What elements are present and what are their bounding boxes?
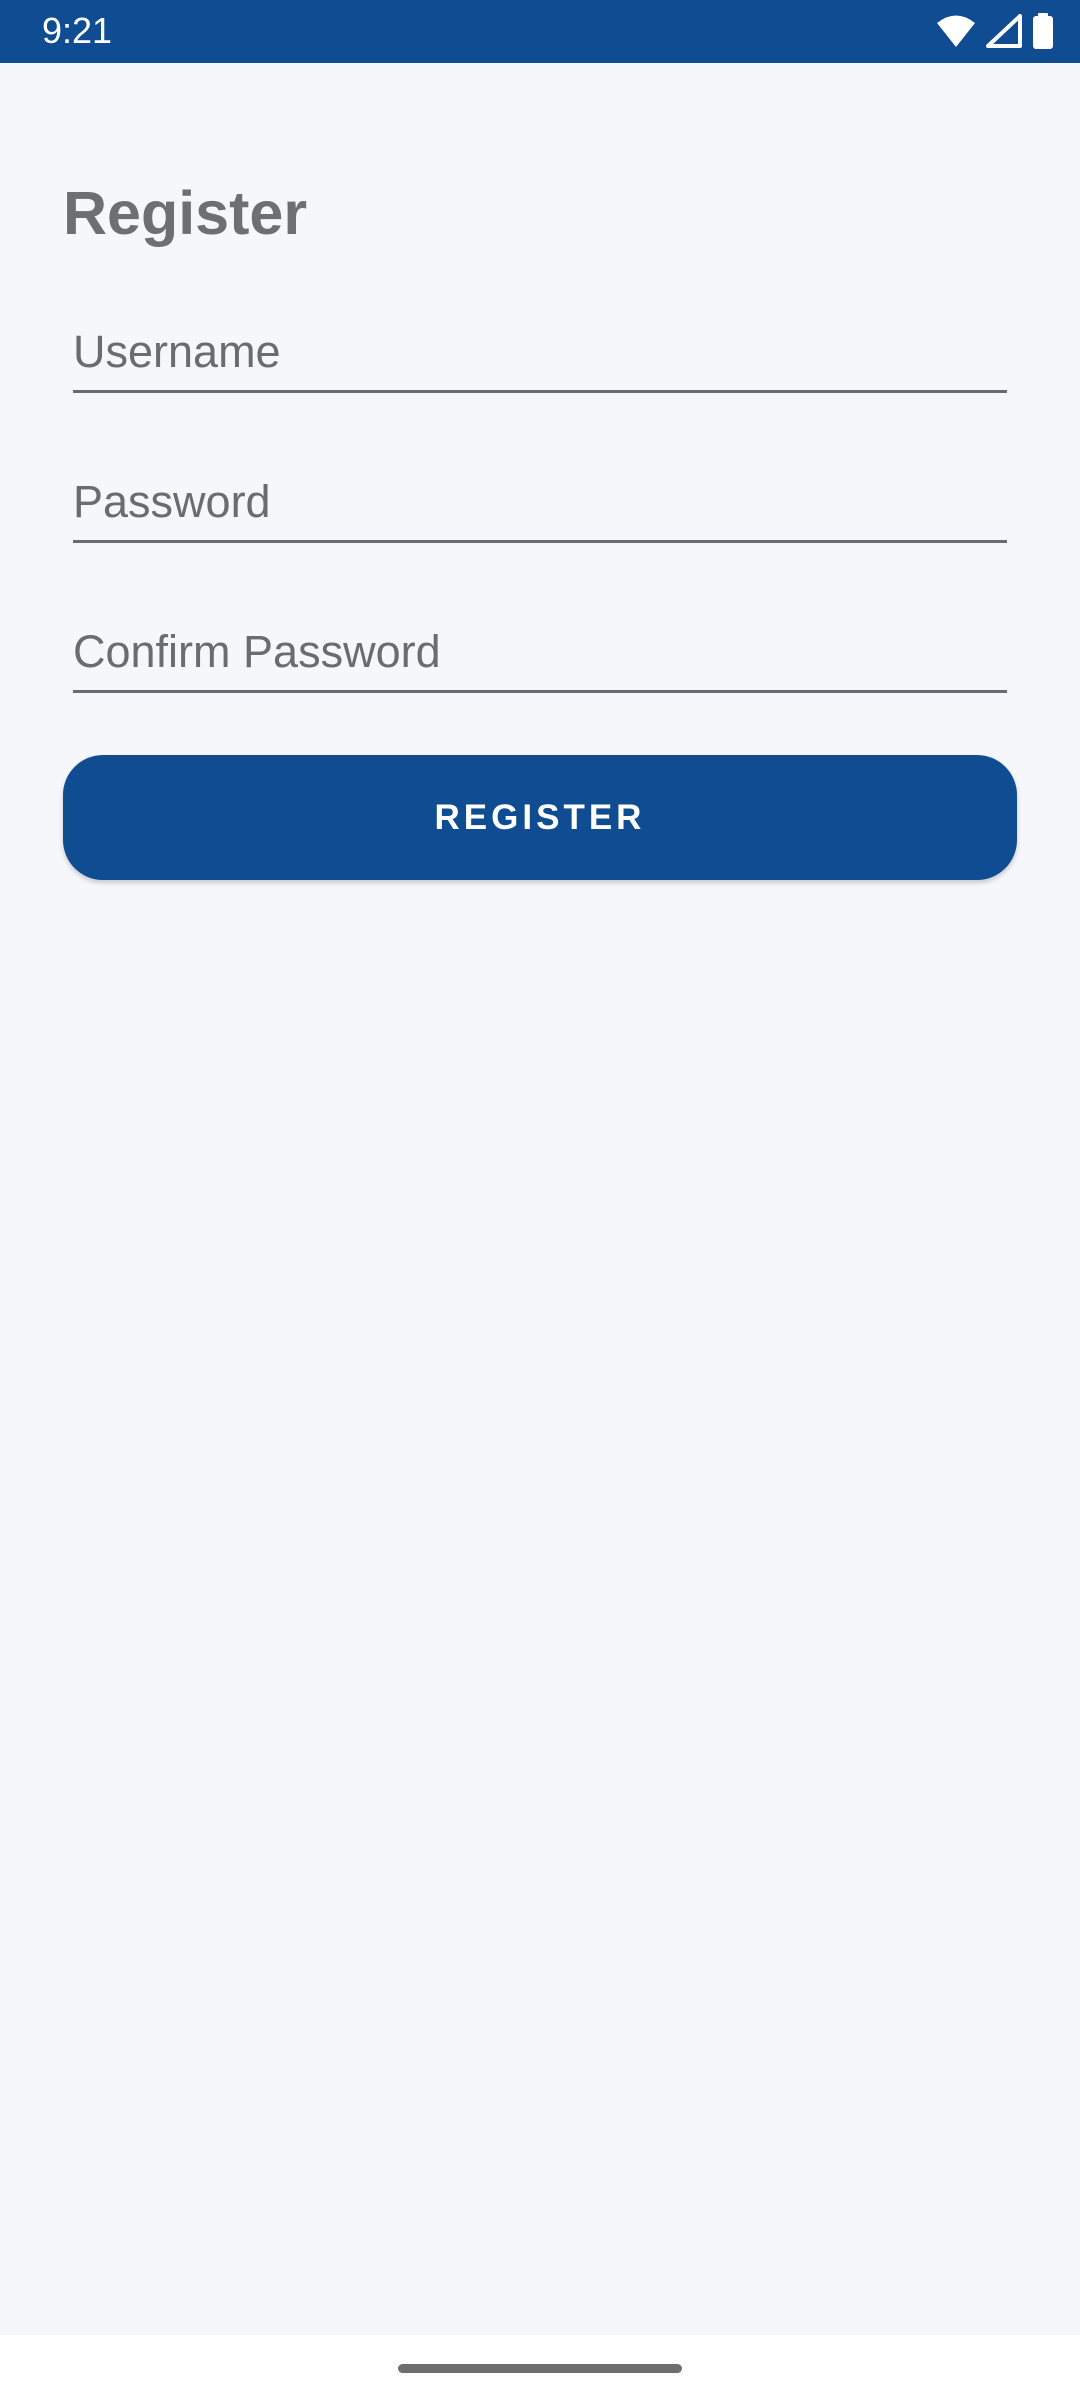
confirm-password-underline [73, 690, 1007, 693]
battery-icon [1032, 13, 1054, 49]
username-field [73, 313, 1007, 393]
confirm-password-input[interactable] [73, 613, 1007, 691]
status-icons [936, 13, 1054, 49]
home-indicator[interactable] [398, 2364, 682, 2373]
password-field [73, 463, 1007, 543]
confirm-password-field [73, 613, 1007, 693]
password-underline [73, 540, 1007, 543]
username-underline [73, 390, 1007, 393]
status-time: 9:21 [42, 10, 113, 51]
password-input[interactable] [73, 463, 1007, 541]
status-bar: 9:21 [0, 0, 1080, 63]
register-button[interactable]: REGISTER [63, 755, 1017, 880]
signal-icon [986, 14, 1022, 48]
page-title: Register [63, 179, 308, 247]
username-input[interactable] [73, 313, 1007, 391]
wifi-icon [936, 14, 976, 48]
